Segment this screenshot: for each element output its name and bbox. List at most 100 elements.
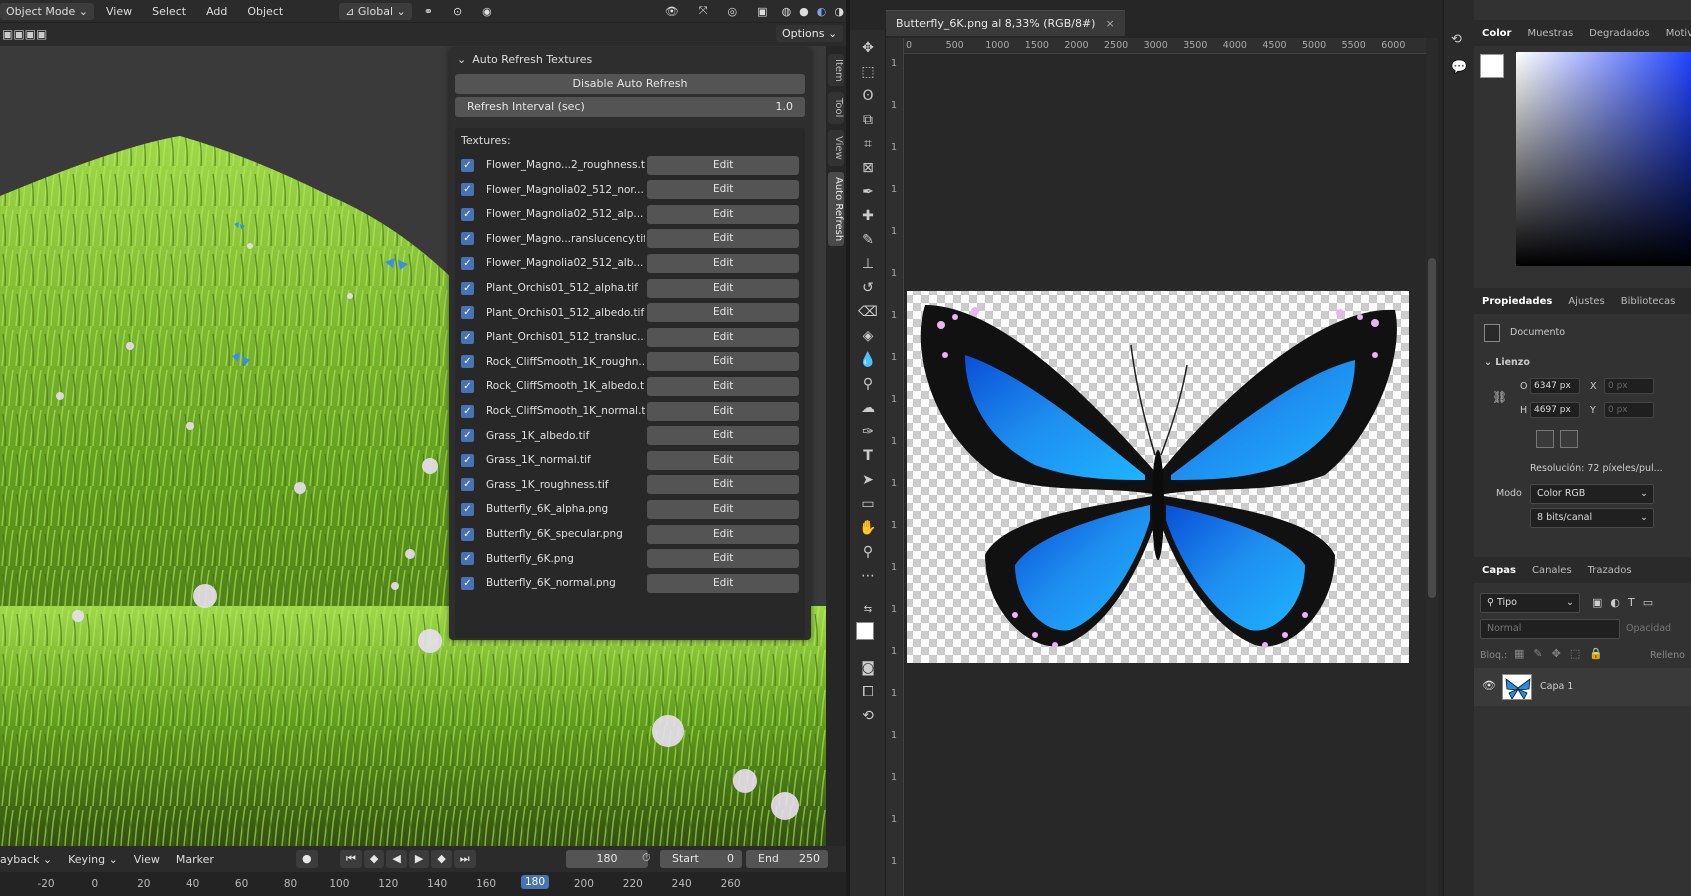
fg-color-swatch[interactable] [1480,54,1504,78]
bits-select[interactable]: 8 bits/canal ⌄ [1530,508,1654,528]
lock-icons[interactable]: ▦✎✥⬚🔒 [1514,647,1612,660]
scrollbar-thumb[interactable] [1428,258,1436,598]
edit-button[interactable]: Edit [647,499,799,519]
edit-button[interactable]: Edit [647,426,799,446]
eraser-tool-icon[interactable]: ⌫ [858,302,878,322]
edit-button[interactable]: Edit [647,204,799,224]
paint-bucket-tool-icon[interactable]: ◈ [858,326,878,346]
edit-button[interactable]: Edit [647,180,799,200]
texture-checkbox[interactable]: ✓ [461,404,474,418]
tab-tool[interactable]: Tool [828,92,844,124]
keying-menu[interactable]: Keying ⌄ [60,853,126,866]
texture-checkbox[interactable]: ✓ [461,429,474,443]
texture-checkbox[interactable]: ✓ [461,281,474,295]
tab-patterns[interactable]: Motiv [1658,28,1691,39]
next-keyframe-icon[interactable]: ◆ [431,850,452,868]
texture-checkbox[interactable]: ✓ [461,232,474,246]
shading-rendered-icon[interactable]: ◑ [832,5,846,18]
marker-menu[interactable]: Marker [168,853,222,866]
hand-tool-icon[interactable]: ✋ [858,518,878,538]
blend-mode-select[interactable]: Normal [1480,619,1620,639]
mode-dropdown[interactable]: Object Mode ⌄ [0,2,95,20]
blur-tool-icon[interactable]: 💧 [858,350,878,370]
shading-solid-icon[interactable]: ● [797,5,811,18]
edit-button[interactable]: Edit [647,229,799,249]
color-picker-field[interactable] [1516,52,1691,266]
mode-select[interactable]: Color RGB ⌄ [1530,484,1654,504]
selection-mode-icon[interactable]: ▣▣▣▣ [2,27,47,41]
pen-tool-icon[interactable]: ✑ [858,422,878,442]
texture-checkbox[interactable]: ✓ [461,183,474,197]
texture-checkbox[interactable]: ✓ [461,207,474,221]
history-brush-tool-icon[interactable]: ↺ [858,278,878,298]
menu-add[interactable]: Add [198,5,235,18]
tab-layers[interactable]: Capas [1474,565,1524,576]
edit-button[interactable]: Edit [647,253,799,273]
type-tool-icon[interactable]: T [858,446,878,466]
menu-object[interactable]: Object [239,5,291,18]
edit-button[interactable]: Edit [647,475,799,495]
object-select-tool-icon[interactable]: ⧉ [858,110,878,130]
transform-orientation-dropdown[interactable]: ⊿ Global ⌄ [339,2,412,20]
tab-adjustments[interactable]: Ajustes [1560,296,1612,307]
texture-checkbox[interactable]: ✓ [461,330,474,344]
timeline-ruler[interactable]: -20 0 20 40 60 80 100 120 140 160 180 200 220 240 260 [0,872,846,896]
disable-auto-refresh-button[interactable]: Disable Auto Refresh [455,74,805,94]
shading-material-icon[interactable]: ◐ [815,5,829,18]
gizmo-icon[interactable]: ⤧ [691,4,716,18]
texture-checkbox[interactable]: ✓ [461,453,474,467]
lienzo-header[interactable]: ⌄ Lienzo [1484,357,1530,368]
brush-tool-icon[interactable]: ✎ [858,230,878,250]
refresh-interval-field[interactable]: Refresh Interval (sec) 1.0 [455,97,805,117]
foreground-color-swatch[interactable] [856,622,874,640]
swap-colors-icon[interactable]: ⇆ [858,600,878,620]
texture-checkbox[interactable]: ✓ [461,527,474,541]
eyedropper-tool-icon[interactable]: ✒ [858,182,878,202]
path-select-tool-icon[interactable]: ➤ [858,470,878,490]
smudge-tool-icon[interactable]: ☁ [858,398,878,418]
overlay-icon[interactable]: ◎ [720,5,746,18]
link-icon[interactable]: ⛓ [1492,390,1507,404]
tab-item[interactable]: Item [828,54,844,86]
shading-wireframe-icon[interactable]: ◍ [780,5,794,18]
texture-checkbox[interactable]: ✓ [461,158,474,172]
vertical-scrollbar[interactable] [1426,38,1438,896]
more-tools-icon[interactable]: ⋯ [858,566,878,586]
close-icon[interactable]: × [1105,17,1114,30]
texture-checkbox[interactable]: ✓ [461,379,474,393]
pivot-icon[interactable]: ⚭ [416,5,441,18]
texture-checkbox[interactable]: ✓ [461,478,474,492]
end-frame-field[interactable]: End 250 [746,850,828,868]
edit-button[interactable]: Edit [647,303,799,323]
texture-checkbox[interactable]: ✓ [461,355,474,369]
texture-checkbox[interactable]: ✓ [461,256,474,270]
tab-view[interactable]: View [828,130,844,166]
quick-mask-icon[interactable]: ◙ [858,658,878,678]
tab-color[interactable]: Color [1474,28,1519,39]
playback-menu[interactable]: ayback ⌄ [0,853,60,866]
frame-tool-icon[interactable]: ⊠ [858,158,878,178]
y-input[interactable]: 0 px [1604,402,1654,418]
screen-mode-icon[interactable]: ⧠ [858,682,878,702]
stopwatch-icon[interactable]: ⏱ [642,851,651,865]
play-icon[interactable]: ▶ [408,850,430,868]
texture-checkbox[interactable]: ✓ [461,552,474,566]
edit-button[interactable]: Edit [647,278,799,298]
x-input[interactable]: 0 px [1604,378,1654,394]
edit-button[interactable]: Edit [647,401,799,421]
start-frame-field[interactable]: Start 0 [660,850,742,868]
tab-properties[interactable]: Propiedades [1474,296,1560,307]
stamp-tool-icon[interactable]: ⊥ [858,254,878,274]
tab-libraries[interactable]: Bibliotecas [1613,296,1684,307]
jump-start-icon[interactable]: ⏮ [340,850,362,868]
jump-end-icon[interactable]: ⏭ [453,850,476,868]
edit-button[interactable]: Edit [647,549,799,569]
zoom-tool-icon[interactable]: ⚲ [858,542,878,562]
lasso-tool-icon[interactable]: ʘ [858,86,878,106]
edit-button[interactable]: Edit [647,327,799,347]
prev-keyframe-icon[interactable]: ◆ [363,850,385,868]
visibility-icon[interactable]: 👁 [657,5,687,18]
edit-button[interactable]: Edit [647,155,799,175]
document-tab[interactable]: Butterfly_6K.png al 8,33% (RGB/8#) × [886,10,1125,36]
texture-checkbox[interactable]: ✓ [461,502,474,516]
